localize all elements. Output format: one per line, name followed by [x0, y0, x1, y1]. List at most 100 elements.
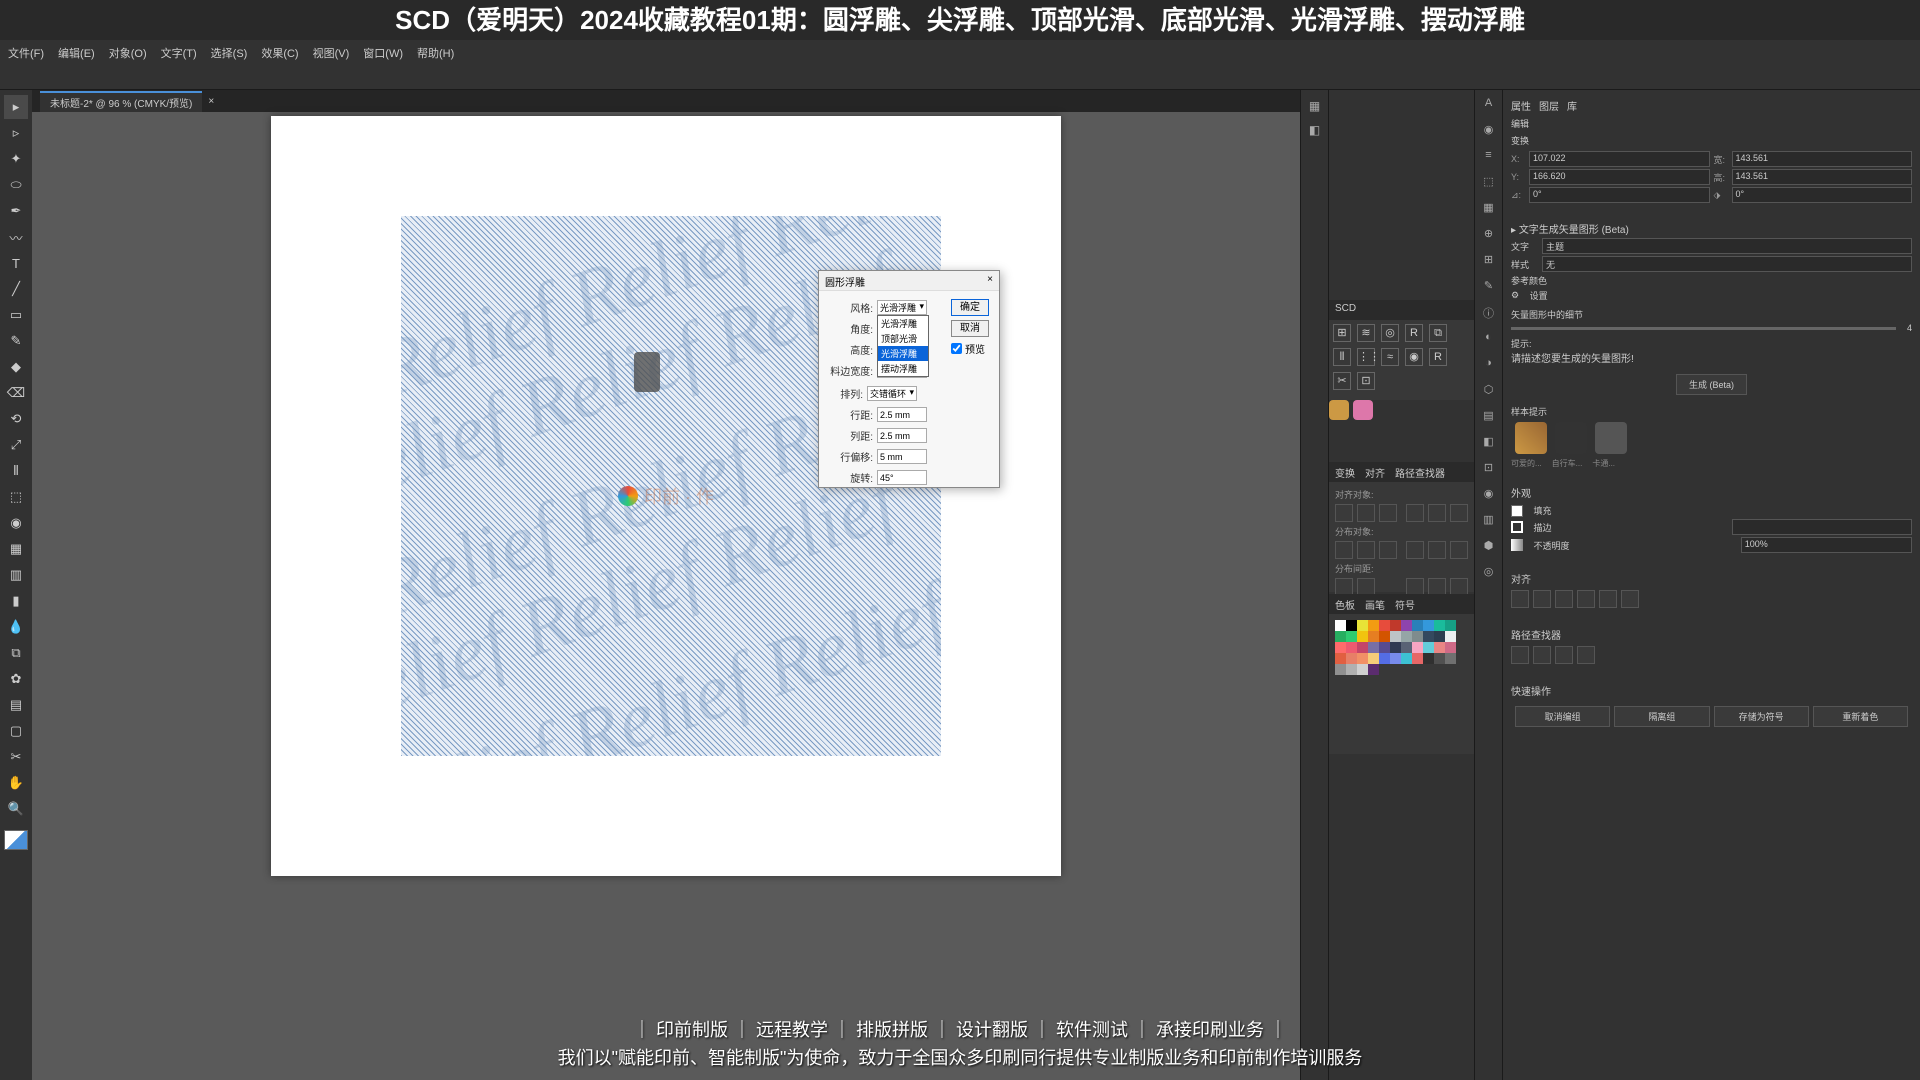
- color-swatch[interactable]: [1335, 620, 1346, 631]
- color-swatch[interactable]: [1434, 653, 1445, 664]
- distribute-button[interactable]: [1428, 541, 1446, 559]
- align-left-button[interactable]: [1335, 504, 1353, 522]
- color-swatch[interactable]: [1401, 642, 1412, 653]
- tab-close-icon[interactable]: ×: [208, 96, 214, 107]
- opacity-input[interactable]: 100%: [1741, 537, 1912, 553]
- color-swatch[interactable]: [1335, 631, 1346, 642]
- scale-tool[interactable]: ⤢: [4, 433, 28, 457]
- transform-tab[interactable]: 变换: [1335, 465, 1355, 479]
- rotate-tool[interactable]: ⟲: [4, 407, 28, 431]
- color-swatch[interactable]: [1412, 620, 1423, 631]
- color-swatch[interactable]: [1335, 664, 1346, 675]
- brush-tool[interactable]: ✎: [4, 329, 28, 353]
- color-swatch[interactable]: [1368, 642, 1379, 653]
- h-input[interactable]: 143.561: [1732, 169, 1913, 185]
- properties-tab[interactable]: 属性: [1511, 98, 1531, 113]
- color-swatch[interactable]: [1368, 653, 1379, 664]
- align-button[interactable]: [1533, 590, 1551, 608]
- color-swatch[interactable]: [1346, 664, 1357, 675]
- symbols-tab[interactable]: 符号: [1395, 597, 1415, 611]
- panel-toggle-icon[interactable]: ◉: [1479, 123, 1499, 143]
- color-swatch[interactable]: [1434, 642, 1445, 653]
- panel-toggle-icon[interactable]: ◉: [1479, 487, 1499, 507]
- color-swatch[interactable]: [1346, 653, 1357, 664]
- panel-toggle-icon[interactable]: ⊞: [1479, 253, 1499, 273]
- color-swatch[interactable]: [1423, 631, 1434, 642]
- color-swatch[interactable]: [1379, 653, 1390, 664]
- pathfinder-tab[interactable]: 路径查找器: [1395, 465, 1445, 479]
- lasso-tool[interactable]: ⬭: [4, 173, 28, 197]
- angle-input[interactable]: 0°: [1529, 187, 1710, 203]
- menu-window[interactable]: 窗口(W): [363, 45, 403, 61]
- color-swatch[interactable]: [1390, 631, 1401, 642]
- generate-button[interactable]: 生成 (Beta): [1676, 374, 1747, 395]
- symbol-sprayer-tool[interactable]: ✿: [4, 667, 28, 691]
- perspective-tool[interactable]: ▦: [4, 537, 28, 561]
- style-option[interactable]: 光滑浮雕: [878, 316, 928, 331]
- panel-toggle-icon[interactable]: ✎: [1479, 279, 1499, 299]
- document-tab[interactable]: 未标题-2* @ 96 % (CMYK/预览): [40, 91, 202, 112]
- x-input[interactable]: 107.022: [1529, 151, 1710, 167]
- align-right-button[interactable]: [1379, 504, 1397, 522]
- colgap-input[interactable]: [877, 428, 927, 443]
- shear-input[interactable]: 0°: [1732, 187, 1913, 203]
- color-swatch[interactable]: [1346, 642, 1357, 653]
- shape-builder-tool[interactable]: ◉: [4, 511, 28, 535]
- close-icon[interactable]: ×: [987, 274, 993, 287]
- color-swatch[interactable]: [1390, 642, 1401, 653]
- menu-help[interactable]: 帮助(H): [417, 45, 454, 61]
- zoom-tool[interactable]: 🔍: [4, 797, 28, 821]
- style-dropdown[interactable]: 光滑浮雕▾ 光滑浮雕 顶部光滑 光滑浮雕 摆动浮雕: [877, 300, 927, 315]
- panel-toggle-icon[interactable]: ≡: [1479, 149, 1499, 169]
- pathfinder-button[interactable]: [1511, 646, 1529, 664]
- color-swatch[interactable]: [1401, 631, 1412, 642]
- ungroup-button[interactable]: 取消编组: [1515, 706, 1610, 727]
- mesh-tool[interactable]: ▥: [4, 563, 28, 587]
- color-swatch[interactable]: [1368, 664, 1379, 675]
- color-swatch[interactable]: [1346, 620, 1357, 631]
- color-swatch[interactable]: [1346, 631, 1357, 642]
- align-tab[interactable]: 对齐: [1365, 465, 1385, 479]
- panel-toggle-icon[interactable]: ▥: [1479, 513, 1499, 533]
- menu-select[interactable]: 选择(S): [211, 45, 248, 61]
- color-swatch[interactable]: [1423, 642, 1434, 653]
- panel-toggle-icon[interactable]: ⊕: [1479, 227, 1499, 247]
- sample-thumb[interactable]: [1595, 422, 1627, 454]
- preview-checkbox-input[interactable]: [951, 343, 962, 354]
- align-button[interactable]: [1577, 590, 1595, 608]
- panel-toggle-icon[interactable]: ◐: [1479, 331, 1499, 351]
- gear-icon[interactable]: ⚙: [1511, 290, 1519, 301]
- direct-selection-tool[interactable]: ▹: [4, 121, 28, 145]
- menu-object[interactable]: 对象(O): [109, 45, 147, 61]
- swatches-tab[interactable]: 色板: [1335, 597, 1355, 611]
- style-option[interactable]: 顶部光滑: [878, 331, 928, 346]
- color-swatch[interactable]: [1445, 631, 1456, 642]
- fill-stroke-swatch[interactable]: [4, 830, 28, 850]
- align-button[interactable]: [1599, 590, 1617, 608]
- distribute-button[interactable]: [1450, 541, 1468, 559]
- selection-tool[interactable]: ▸: [4, 95, 28, 119]
- menu-text[interactable]: 文字(T): [161, 45, 197, 61]
- pathfinder-button[interactable]: [1577, 646, 1595, 664]
- color-swatch[interactable]: [1368, 620, 1379, 631]
- menu-view[interactable]: 视图(V): [313, 45, 350, 61]
- align-button[interactable]: [1511, 590, 1529, 608]
- color-swatch[interactable]: [1434, 620, 1445, 631]
- color-swatch[interactable]: [1357, 642, 1368, 653]
- color-swatch[interactable]: [1445, 653, 1456, 664]
- brushes-tab[interactable]: 画笔: [1365, 597, 1385, 611]
- panel-toggle-icon[interactable]: ⓘ: [1479, 305, 1499, 325]
- cancel-button[interactable]: 取消: [951, 320, 989, 337]
- align-button[interactable]: [1555, 590, 1573, 608]
- color-swatch[interactable]: [1357, 653, 1368, 664]
- style-option[interactable]: 摆动浮雕: [878, 361, 928, 376]
- style-input[interactable]: 无: [1542, 256, 1912, 272]
- color-swatch[interactable]: [1423, 620, 1434, 631]
- stroke-weight-input[interactable]: [1732, 519, 1912, 535]
- eraser-tool[interactable]: ⌫: [4, 381, 28, 405]
- line-tool[interactable]: ╱: [4, 277, 28, 301]
- color-swatch[interactable]: [1445, 642, 1456, 653]
- color-swatch[interactable]: [1412, 653, 1423, 664]
- color-swatch[interactable]: [1357, 631, 1368, 642]
- gradient-tool[interactable]: ▮: [4, 589, 28, 613]
